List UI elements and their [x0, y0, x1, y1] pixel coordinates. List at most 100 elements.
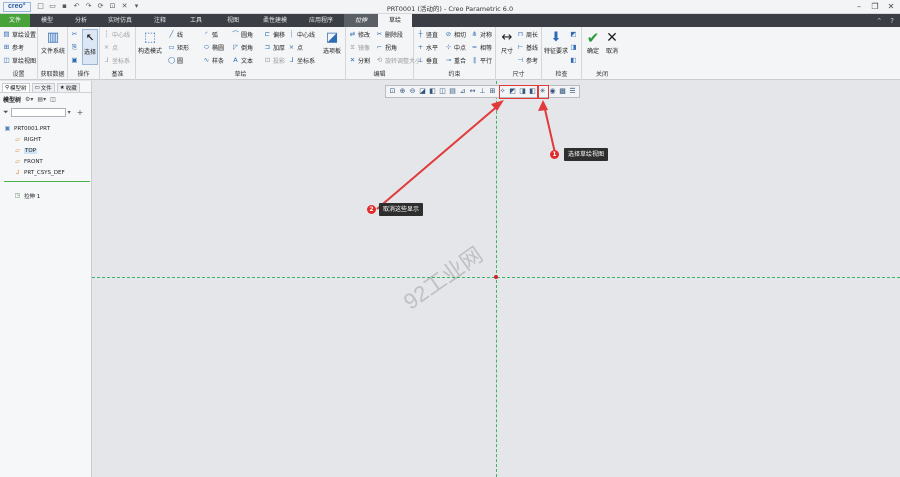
paste-button[interactable]: ▣	[71, 56, 78, 65]
text-button[interactable]: A 文本	[232, 56, 253, 66]
construction-mode-button[interactable]: ⬚ 构造模式	[138, 30, 162, 55]
offset-button[interactable]: ⊏ 偏移	[264, 30, 285, 40]
sketch-view-button[interactable]: ◫ 草绘视图	[3, 56, 36, 66]
tab-view[interactable]: 视图	[214, 14, 252, 27]
minimize-icon[interactable]: –	[854, 1, 864, 12]
inspect-tool-2[interactable]: ◨	[570, 43, 577, 52]
tree-item-part[interactable]: ▣ PRT0001.PRT	[0, 123, 91, 134]
tab-folder-browser[interactable]: ▭ 文件	[31, 83, 55, 92]
add-filter-icon[interactable]: +	[77, 108, 84, 117]
tab-annotate[interactable]: 注释	[142, 14, 178, 27]
baseline-button[interactable]: ⊢ 基线	[517, 43, 538, 53]
cut-button[interactable]: ✂	[71, 30, 78, 39]
tree-columns-icon[interactable]: ▤▾	[37, 96, 46, 103]
thicken-button[interactable]: ⊐ 加厚	[264, 43, 285, 53]
rectangle-button[interactable]: ▭ 矩形	[168, 43, 189, 53]
datum-centerline-button[interactable]: ┆ 中心线	[103, 30, 130, 40]
tab-live-simulation[interactable]: 实时仿真	[98, 14, 142, 27]
midpoint-button[interactable]: ⊹ 中点	[445, 43, 466, 53]
copy-button[interactable]: ⎘	[71, 43, 78, 52]
cancel-button[interactable]: ✕ 取消	[603, 30, 621, 55]
section-icon[interactable]: ▩	[558, 87, 567, 96]
collapse-ribbon-icon[interactable]: ⌃	[876, 17, 882, 25]
tree-item-front[interactable]: ▱ FRONT	[0, 156, 91, 167]
spline-button[interactable]: ∿ 样条	[203, 56, 224, 66]
refit-icon[interactable]: ⊡	[388, 87, 397, 96]
tree-item-top[interactable]: ▱ TOP	[0, 145, 91, 156]
centerline-button[interactable]: ┊ 中心线	[288, 30, 315, 40]
tree-search-input[interactable]	[10, 108, 66, 117]
tab-file[interactable]: 文件	[0, 14, 30, 27]
tab-model-tree[interactable]: ⚲ 模型树	[2, 83, 30, 92]
dimension-display-icon[interactable]: ↔	[468, 87, 477, 96]
tree-item-right[interactable]: ▱ RIGHT	[0, 134, 91, 145]
file-system-button[interactable]: ▥ 文件系统	[40, 30, 66, 55]
vertical-button[interactable]: ┼ 竖直	[417, 30, 438, 40]
tree-settings-icon[interactable]: ⚙▾	[25, 96, 33, 103]
appearance-icon[interactable]: ◉	[548, 87, 557, 96]
equal-button[interactable]: = 相等	[471, 43, 492, 53]
grid-display-icon[interactable]: ⊞	[488, 87, 497, 96]
project-button[interactable]: ⊡ 投影	[264, 56, 285, 66]
datum-csys-button[interactable]: ⅃ 坐标系	[103, 56, 130, 66]
perspective-icon[interactable]: ⊿	[458, 87, 467, 96]
symmetric-button[interactable]: ⋔ 对称	[471, 30, 492, 40]
tab-sketch[interactable]: 草绘	[378, 14, 412, 27]
inspect-tool-1[interactable]: ◩	[570, 30, 577, 39]
mirror-button[interactable]: ⧖ 镜像	[349, 43, 370, 53]
ellipse-button[interactable]: ⬭ 椭圆	[203, 43, 224, 53]
circle-button[interactable]: ◯ 圆	[168, 56, 183, 66]
zoom-out-icon[interactable]: ⊖	[408, 87, 417, 96]
datum-point-button[interactable]: × 点	[103, 43, 118, 53]
zoom-in-icon[interactable]: ⊕	[398, 87, 407, 96]
repaint-icon[interactable]: ◪	[418, 87, 427, 96]
parallel-button[interactable]: ∥ 平行	[471, 56, 492, 66]
fillet-button[interactable]: ⌒ 圆角	[232, 30, 253, 40]
feature-requirements-button[interactable]: ⬇ 特征要求	[543, 30, 569, 55]
perpendicular-button[interactable]: ⊥ 垂直	[417, 56, 438, 66]
arc-button[interactable]: ◜ 弧	[203, 30, 218, 40]
tab-flexible-modeling[interactable]: 柔性建模	[252, 14, 298, 27]
tree-show-icon[interactable]: ◫	[50, 96, 56, 103]
tab-analysis[interactable]: 分析	[64, 14, 98, 27]
tangent-button[interactable]: ⊘ 相切	[445, 30, 466, 40]
search-dropdown-icon[interactable]: ▾	[68, 109, 71, 116]
reference-dim-button[interactable]: ⊣ 参考	[517, 56, 538, 66]
tab-favorites[interactable]: ★ 收藏	[56, 83, 80, 92]
sketch-point-button[interactable]: × 点	[288, 43, 303, 53]
help-icon[interactable]: ?	[890, 17, 894, 25]
tree-item-extrude[interactable]: ◳ 拉伸 1	[0, 190, 91, 201]
palette-button[interactable]: ◪ 选项板	[320, 30, 344, 55]
group-label-operations: 操作	[77, 71, 90, 78]
view-manager-icon[interactable]: ▤	[448, 87, 457, 96]
tab-extrude[interactable]: 拉伸	[344, 14, 378, 27]
sketch-setup-button[interactable]: ▤ 草绘设置	[3, 30, 36, 40]
tree-item-csys[interactable]: ⅃ PRT_CSYS_DEF	[0, 167, 91, 178]
divide-button[interactable]: ✕ 分割	[349, 56, 370, 66]
restore-icon[interactable]: ❐	[870, 1, 880, 12]
display-style-icon[interactable]: ◧	[428, 87, 437, 96]
layers-icon[interactable]: ☰	[568, 87, 577, 96]
line-button[interactable]: ╱ 线	[168, 30, 183, 40]
filter-icon[interactable]: ⏷	[3, 108, 9, 117]
saved-orientations-icon[interactable]: ◫	[438, 87, 447, 96]
perimeter-button[interactable]: ⊓ 周长	[517, 30, 538, 40]
inspect-tool-3[interactable]: ◧	[570, 56, 577, 65]
tabs-right-controls: ⌃ ?	[876, 17, 894, 25]
dimension-button[interactable]: ↔ 尺寸	[498, 30, 516, 55]
modify-button[interactable]: ⇄ 修改	[349, 30, 370, 40]
constraint-display-icon[interactable]: ⊥	[478, 87, 487, 96]
corner-button[interactable]: ⌐ 拐角	[376, 43, 397, 53]
graphics-area[interactable]: 92工业网 ⊡ ⊕ ⊖ ◪ ◧ ◫ ▤ ⊿ ↔ ⊥ ⊞ ✧ ◩ ◨ ◧ ✳ ◉ …	[92, 81, 900, 477]
delete-segment-button[interactable]: ✂ 删除段	[376, 30, 403, 40]
coincident-button[interactable]: ⊸ 重合	[445, 56, 466, 66]
tab-model[interactable]: 模型	[30, 14, 64, 27]
horizontal-button[interactable]: + 水平	[417, 43, 438, 53]
chamfer-button[interactable]: ◸ 倒角	[232, 43, 253, 53]
tab-tools[interactable]: 工具	[178, 14, 214, 27]
tab-applications[interactable]: 应用程序	[298, 14, 344, 27]
close-window-icon[interactable]: ✕	[886, 1, 896, 12]
ok-button[interactable]: ✔ 确定	[584, 30, 602, 55]
references-button[interactable]: ⊞ 参考	[3, 43, 24, 53]
sketch-csys-button[interactable]: ⅃ 坐标系	[288, 56, 315, 66]
